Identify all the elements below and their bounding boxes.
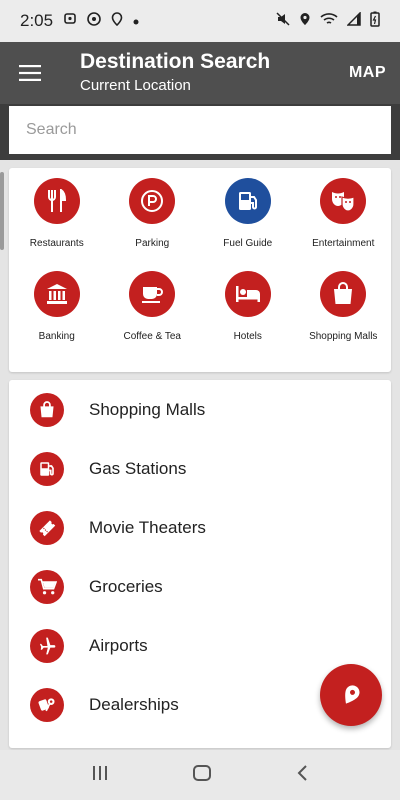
mute-icon bbox=[276, 11, 290, 31]
category-label: Shopping Malls bbox=[309, 331, 378, 342]
list-item-movie-theaters[interactable]: Movie Theaters bbox=[9, 498, 391, 557]
category-fuel-guide[interactable]: Fuel Guide bbox=[200, 178, 296, 271]
parking-icon bbox=[129, 178, 176, 224]
list-item-label: Airports bbox=[89, 635, 148, 655]
category-banking[interactable]: Banking bbox=[9, 271, 105, 364]
page-title: Destination Search bbox=[80, 50, 271, 73]
category-label: Parking bbox=[135, 238, 170, 249]
list-item-airports[interactable]: Airports bbox=[9, 616, 391, 675]
location-icon bbox=[111, 11, 123, 31]
list-item-label: Groceries bbox=[89, 576, 163, 596]
shopping-bag-icon bbox=[30, 392, 64, 427]
ticket-icon bbox=[30, 510, 64, 545]
battery-icon bbox=[370, 11, 380, 32]
coffee-cup-icon bbox=[129, 271, 176, 317]
list-item-gas-stations[interactable]: Gas Stations bbox=[9, 439, 391, 498]
search-bar bbox=[0, 104, 400, 160]
category-parking[interactable]: Parking bbox=[105, 178, 201, 271]
category-label: Hotels bbox=[233, 331, 262, 342]
category-label: Entertainment bbox=[312, 238, 375, 249]
menu-button[interactable] bbox=[0, 42, 60, 104]
list-item-label: Movie Theaters bbox=[89, 517, 206, 537]
recent-apps-button[interactable] bbox=[91, 765, 109, 786]
bank-icon bbox=[33, 271, 80, 317]
location-pin-icon bbox=[345, 685, 360, 704]
status-bar: 2:05 bbox=[0, 0, 400, 42]
home-button[interactable] bbox=[192, 764, 212, 787]
theater-masks-icon bbox=[320, 178, 367, 224]
gas-station-icon bbox=[30, 451, 64, 486]
status-time: 2:05 bbox=[20, 11, 54, 30]
category-label: Banking bbox=[38, 331, 75, 342]
bed-icon bbox=[224, 271, 271, 317]
wifi-icon bbox=[320, 12, 338, 31]
list-item-groceries[interactable]: Groceries bbox=[9, 557, 391, 616]
category-restaurants[interactable]: Restaurants bbox=[9, 178, 105, 271]
back-icon bbox=[297, 764, 307, 781]
hamburger-icon bbox=[19, 65, 41, 81]
category-entertainment[interactable]: Entertainment bbox=[296, 178, 392, 271]
list-item-label: Dealerships bbox=[89, 694, 179, 714]
car-keys-icon bbox=[30, 687, 64, 722]
list-item-label: Gas Stations bbox=[89, 458, 187, 478]
map-button[interactable]: MAP bbox=[349, 64, 400, 82]
search-input[interactable] bbox=[9, 106, 391, 154]
fuel-pump-icon bbox=[224, 178, 271, 224]
page-subtitle: Current Location bbox=[80, 77, 191, 94]
shopping-bag-icon bbox=[320, 271, 367, 317]
cart-icon bbox=[30, 569, 64, 604]
aperture-icon bbox=[87, 11, 101, 31]
location-pin-icon bbox=[63, 12, 77, 31]
category-label: Fuel Guide bbox=[223, 238, 273, 249]
fork-knife-icon bbox=[33, 178, 80, 224]
home-icon bbox=[192, 764, 211, 781]
location-icon bbox=[299, 12, 311, 31]
category-grid: Restaurants Parking Fuel Guide Entertain… bbox=[9, 168, 391, 372]
category-coffee-tea[interactable]: Coffee & Tea bbox=[105, 271, 201, 364]
location-fab[interactable] bbox=[320, 664, 382, 726]
category-shopping-malls[interactable]: Shopping Malls bbox=[296, 271, 392, 364]
category-label: Restaurants bbox=[29, 238, 84, 249]
dot-icon bbox=[133, 12, 139, 30]
signal-icon bbox=[346, 10, 361, 31]
back-button[interactable] bbox=[295, 764, 309, 787]
category-label: Coffee & Tea bbox=[123, 331, 181, 342]
list-item-shopping-malls[interactable]: Shopping Malls bbox=[9, 380, 391, 439]
airplane-icon bbox=[30, 628, 64, 663]
app-bar: Destination Search Current Location MAP bbox=[0, 42, 400, 104]
category-hotels[interactable]: Hotels bbox=[200, 271, 296, 364]
recent-apps-icon bbox=[93, 765, 108, 780]
list-item-label: Shopping Malls bbox=[89, 399, 206, 419]
system-nav-bar bbox=[0, 750, 400, 800]
scroll-indicator bbox=[0, 172, 4, 250]
